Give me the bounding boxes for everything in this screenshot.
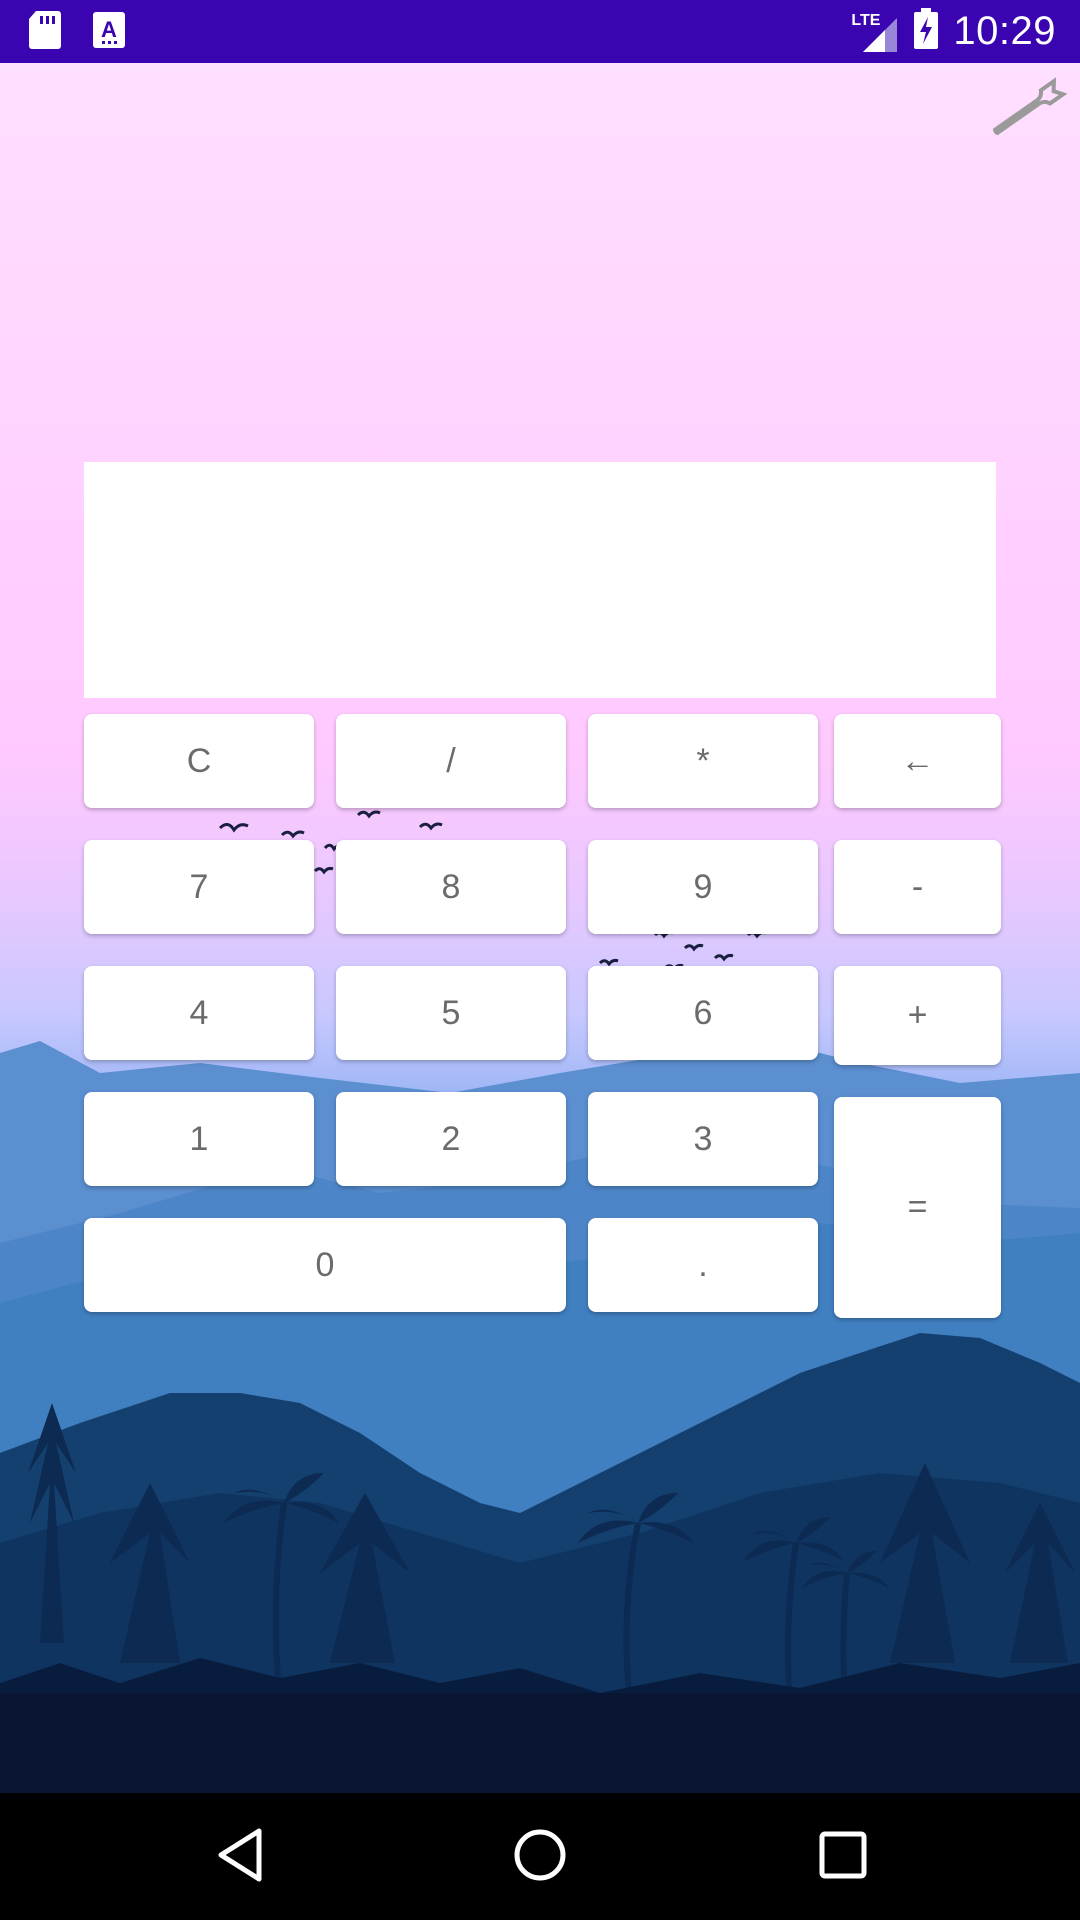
signal-icon: LTE [851,10,899,54]
font-app-icon: A [92,10,126,55]
home-icon [512,1827,568,1886]
home-button[interactable] [505,1821,575,1891]
sd-card-icon [28,10,62,55]
digit-6-button[interactable]: 6 [588,966,818,1060]
battery-charging-icon [913,8,939,55]
digit-5-button[interactable]: 5 [336,966,566,1060]
navigation-bar [0,1793,1080,1920]
equals-button[interactable]: = [834,1097,1001,1318]
digit-9-button[interactable]: 9 [588,840,818,934]
back-button[interactable] [205,1821,275,1891]
recents-button[interactable] [808,1821,878,1891]
digit-1-button[interactable]: 1 [84,1092,314,1186]
multiply-button[interactable]: * [588,714,818,808]
calculator-app: C / * ← 7 8 9 - 4 5 6 + 1 2 3 = 0 . [0,63,1080,1793]
plus-button[interactable]: + [834,966,1001,1065]
back-icon [215,1827,265,1886]
wrench-icon [985,77,1075,158]
divide-button[interactable]: / [336,714,566,808]
digit-0-button[interactable]: 0 [84,1218,566,1312]
settings-button[interactable] [985,75,1075,155]
svg-text:A: A [101,17,117,42]
minus-button[interactable]: - [834,840,1001,934]
digit-2-button[interactable]: 2 [336,1092,566,1186]
result-display [84,462,996,698]
digit-8-button[interactable]: 8 [336,840,566,934]
recents-icon [818,1830,868,1883]
decimal-button[interactable]: . [588,1218,818,1312]
digit-4-button[interactable]: 4 [84,966,314,1060]
clear-button[interactable]: C [84,714,314,808]
backspace-button[interactable]: ← [834,714,1001,808]
status-bar: A LTE 10:29 [0,0,1080,63]
digit-3-button[interactable]: 3 [588,1092,818,1186]
clock: 10:29 [953,9,1056,53]
digit-7-button[interactable]: 7 [84,840,314,934]
